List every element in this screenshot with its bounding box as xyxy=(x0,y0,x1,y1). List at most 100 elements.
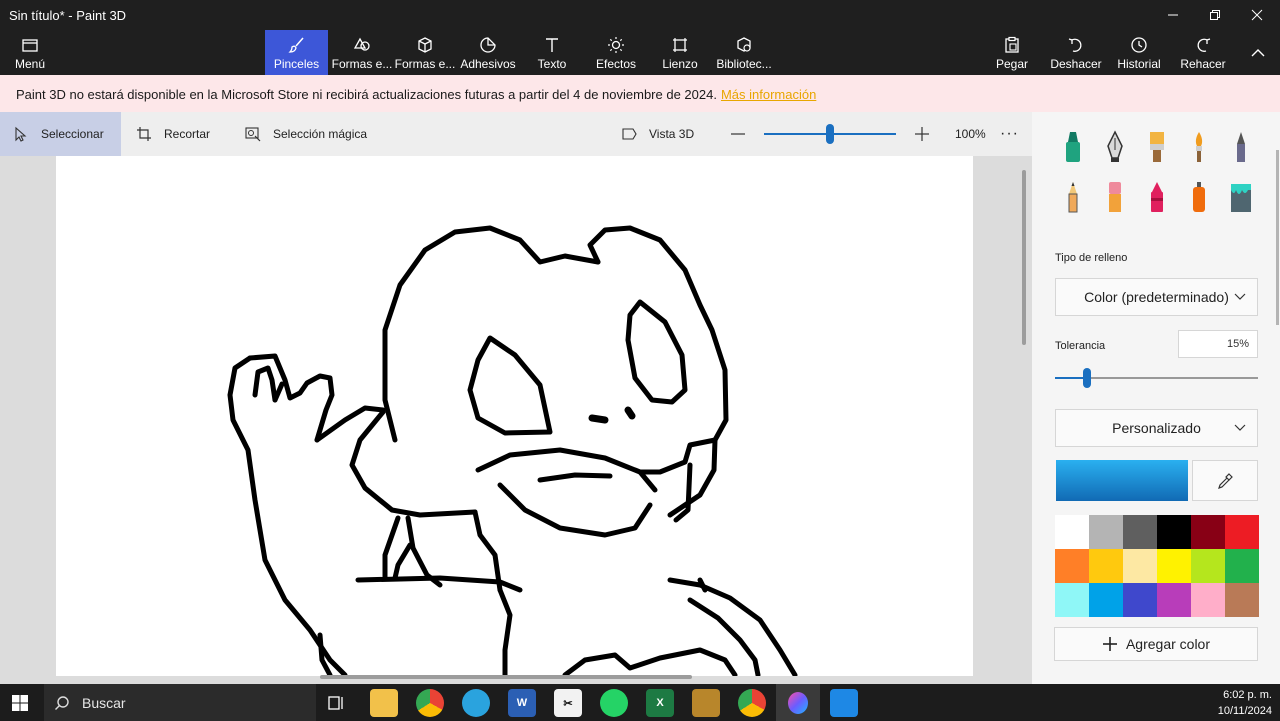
capcut-icon[interactable]: ✂ xyxy=(554,689,582,717)
select-label: Seleccionar xyxy=(41,127,104,141)
color-swatch[interactable] xyxy=(1123,583,1157,617)
drawing-canvas[interactable] xyxy=(56,156,973,676)
color-swatch[interactable] xyxy=(1089,549,1123,583)
color-swatch[interactable] xyxy=(1157,549,1191,583)
color-swatch[interactable] xyxy=(1157,583,1191,617)
marker-brush-icon[interactable] xyxy=(1060,130,1086,164)
eyedropper-button[interactable] xyxy=(1192,460,1258,501)
color-swatch[interactable] xyxy=(1123,549,1157,583)
deprecation-notice: Paint 3D no estará disponible en la Micr… xyxy=(0,75,1280,112)
collapse-ribbon-button[interactable] xyxy=(1244,30,1272,75)
paint-3d-taskbar-button[interactable] xyxy=(776,684,820,721)
tab-label: Efectos xyxy=(595,57,637,71)
system-clock[interactable]: 6:02 p. m. 10/11/2024 xyxy=(1218,687,1272,719)
color-swatch[interactable] xyxy=(1225,515,1259,549)
tab-library[interactable]: Bibliotec... xyxy=(716,30,772,75)
add-color-button[interactable]: Agregar color xyxy=(1054,627,1258,661)
tolerance-input[interactable]: 15% xyxy=(1178,330,1258,358)
view-3d-toggle[interactable]: Vista 3D xyxy=(621,112,694,156)
palette-value: Personalizado xyxy=(1112,420,1201,436)
taskbar: Buscar W ✂ X 6:02 p. m. 10/11/2024 xyxy=(0,684,1280,721)
color-swatch[interactable] xyxy=(1123,515,1157,549)
minimize-button[interactable] xyxy=(1150,0,1196,30)
file-explorer-icon[interactable] xyxy=(370,689,398,717)
chrome-icon[interactable] xyxy=(738,689,766,717)
whatsapp-icon[interactable] xyxy=(600,689,628,717)
zoom-out-button[interactable] xyxy=(730,112,746,156)
redo-button[interactable]: Rehacer xyxy=(1180,30,1226,75)
fill-bucket-icon[interactable] xyxy=(1228,180,1254,214)
color-swatch[interactable] xyxy=(1191,549,1225,583)
more-info-link[interactable]: Más información xyxy=(721,87,816,102)
redo-icon xyxy=(1197,38,1211,52)
cube-icon xyxy=(418,37,432,53)
more-options-button[interactable]: ··· xyxy=(1000,112,1019,156)
color-swatch[interactable] xyxy=(1191,515,1225,549)
color-swatch[interactable] xyxy=(1055,549,1089,583)
canvas-horizontal-scrollbar[interactable] xyxy=(320,675,692,679)
undo-icon xyxy=(1068,38,1082,52)
color-swatch[interactable] xyxy=(1089,583,1123,617)
select-button[interactable]: Seleccionar xyxy=(0,112,121,156)
crayon-icon[interactable] xyxy=(1144,180,1170,214)
zoom-in-button[interactable] xyxy=(914,112,930,156)
word-icon[interactable]: W xyxy=(508,689,536,717)
tab-stickers[interactable]: Adhesivos xyxy=(460,30,516,75)
library-icon xyxy=(737,37,751,52)
zoom-slider-thumb[interactable] xyxy=(826,124,834,144)
maximize-button[interactable] xyxy=(1192,0,1238,30)
magic-select-label: Selección mágica xyxy=(273,127,368,141)
crop-icon xyxy=(137,127,151,141)
current-color-swatch[interactable] xyxy=(1056,460,1188,501)
history-button[interactable]: Historial xyxy=(1115,30,1163,75)
paste-button[interactable]: Pegar xyxy=(990,30,1034,75)
tolerance-slider-thumb[interactable] xyxy=(1083,368,1091,388)
canvas-vertical-scrollbar[interactable] xyxy=(1022,170,1026,345)
panel-scrollbar[interactable] xyxy=(1276,150,1279,325)
tab-2d-shapes[interactable]: Formas e... xyxy=(331,30,393,75)
color-swatch[interactable] xyxy=(1089,515,1123,549)
tab-text[interactable]: Texto xyxy=(530,30,574,75)
calligraphy-pen-icon[interactable] xyxy=(1102,130,1128,164)
color-swatch[interactable] xyxy=(1055,515,1089,549)
text-icon xyxy=(546,38,558,52)
photos-icon[interactable] xyxy=(830,689,858,717)
chevron-up-icon xyxy=(1251,49,1265,57)
app-lock-icon[interactable] xyxy=(692,689,720,717)
eyedropper-icon xyxy=(1218,472,1233,489)
magic-select-button[interactable]: Selección mágica xyxy=(245,112,367,156)
undo-button[interactable]: Deshacer xyxy=(1050,30,1102,75)
history-icon xyxy=(1131,37,1147,53)
color-swatch[interactable] xyxy=(1191,583,1225,617)
chrome-icon[interactable] xyxy=(416,689,444,717)
crop-button[interactable]: Recortar xyxy=(136,112,210,156)
watercolor-brush-icon[interactable] xyxy=(1186,130,1212,164)
close-button[interactable] xyxy=(1234,0,1280,30)
menu-button[interactable]: Menú xyxy=(8,30,52,75)
eraser-icon[interactable] xyxy=(1102,180,1128,214)
oil-brush-icon[interactable] xyxy=(1144,130,1170,164)
graphite-pencil-icon[interactable] xyxy=(1060,180,1086,214)
taskbar-search[interactable]: Buscar xyxy=(44,684,316,721)
color-swatch[interactable] xyxy=(1055,583,1089,617)
redo-label: Rehacer xyxy=(1180,57,1226,71)
task-view-button[interactable] xyxy=(322,689,350,717)
chevron-down-icon xyxy=(1234,424,1246,431)
tab-effects[interactable]: Efectos xyxy=(594,30,638,75)
color-swatch[interactable] xyxy=(1157,515,1191,549)
tab-canvas[interactable]: Lienzo xyxy=(658,30,702,75)
plus-icon xyxy=(915,127,929,141)
tab-3d-shapes[interactable]: Formas e... xyxy=(395,30,455,75)
telegram-icon[interactable] xyxy=(462,689,490,717)
color-swatch[interactable] xyxy=(1225,583,1259,617)
start-button[interactable] xyxy=(6,689,34,717)
color-swatch[interactable] xyxy=(1225,549,1259,583)
excel-icon[interactable]: X xyxy=(646,689,674,717)
pencil-brush-icon[interactable] xyxy=(1228,130,1254,164)
fill-type-value: Color (predeterminado) xyxy=(1084,289,1229,305)
palette-dropdown[interactable]: Personalizado xyxy=(1055,409,1258,447)
spray-can-icon[interactable] xyxy=(1186,180,1212,214)
fill-type-dropdown[interactable]: Color (predeterminado) xyxy=(1055,278,1258,316)
tab-label: Bibliotec... xyxy=(716,57,772,71)
tab-brushes[interactable]: Pinceles xyxy=(265,30,328,75)
